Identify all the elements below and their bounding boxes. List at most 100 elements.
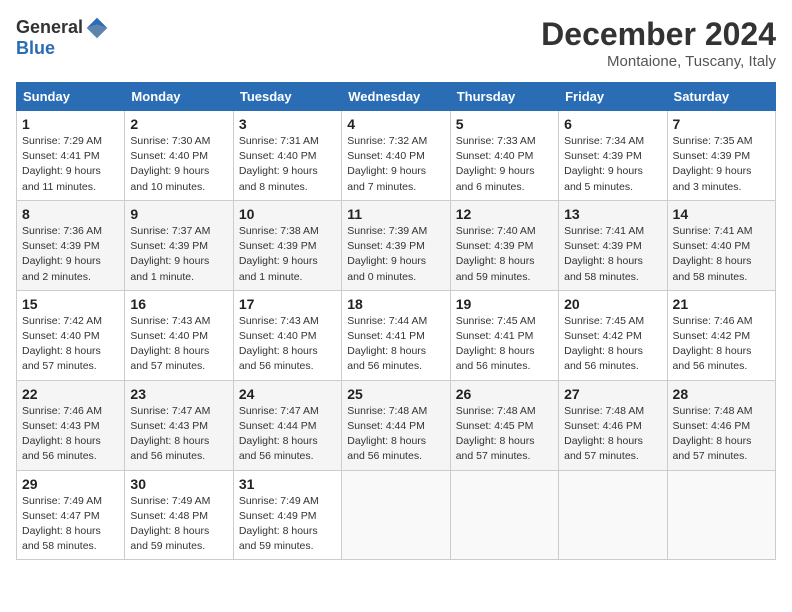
month-title: December 2024 (541, 16, 776, 53)
day-info: Sunrise: 7:49 AMSunset: 4:49 PMDaylight:… (239, 495, 319, 553)
logo-blue: Blue (16, 38, 109, 59)
table-row: 29 Sunrise: 7:49 AMSunset: 4:47 PMDaylig… (17, 470, 125, 560)
day-info: Sunrise: 7:45 AMSunset: 4:42 PMDaylight:… (564, 315, 644, 373)
table-row: 9 Sunrise: 7:37 AMSunset: 4:39 PMDayligh… (125, 200, 233, 290)
logo: General Blue (16, 16, 109, 59)
col-wednesday: Wednesday (342, 83, 450, 111)
table-row: 14 Sunrise: 7:41 AMSunset: 4:40 PMDaylig… (667, 200, 775, 290)
day-info: Sunrise: 7:33 AMSunset: 4:40 PMDaylight:… (456, 135, 536, 193)
day-info: Sunrise: 7:49 AMSunset: 4:48 PMDaylight:… (130, 495, 210, 553)
day-info: Sunrise: 7:41 AMSunset: 4:40 PMDaylight:… (673, 225, 753, 283)
day-number: 20 (564, 296, 661, 312)
day-info: Sunrise: 7:44 AMSunset: 4:41 PMDaylight:… (347, 315, 427, 373)
table-row: 1 Sunrise: 7:29 AMSunset: 4:41 PMDayligh… (17, 111, 125, 201)
calendar-week-row: 1 Sunrise: 7:29 AMSunset: 4:41 PMDayligh… (17, 111, 776, 201)
calendar-week-row: 22 Sunrise: 7:46 AMSunset: 4:43 PMDaylig… (17, 380, 776, 470)
day-info: Sunrise: 7:46 AMSunset: 4:43 PMDaylight:… (22, 405, 102, 463)
day-number: 14 (673, 206, 770, 222)
table-row: 13 Sunrise: 7:41 AMSunset: 4:39 PMDaylig… (559, 200, 667, 290)
table-row: 7 Sunrise: 7:35 AMSunset: 4:39 PMDayligh… (667, 111, 775, 201)
table-row: 19 Sunrise: 7:45 AMSunset: 4:41 PMDaylig… (450, 290, 558, 380)
col-friday: Friday (559, 83, 667, 111)
table-row: 4 Sunrise: 7:32 AMSunset: 4:40 PMDayligh… (342, 111, 450, 201)
day-number: 6 (564, 116, 661, 132)
day-info: Sunrise: 7:30 AMSunset: 4:40 PMDaylight:… (130, 135, 210, 193)
day-number: 21 (673, 296, 770, 312)
day-info: Sunrise: 7:43 AMSunset: 4:40 PMDaylight:… (239, 315, 319, 373)
day-number: 26 (456, 386, 553, 402)
day-info: Sunrise: 7:47 AMSunset: 4:44 PMDaylight:… (239, 405, 319, 463)
table-row: 11 Sunrise: 7:39 AMSunset: 4:39 PMDaylig… (342, 200, 450, 290)
day-info: Sunrise: 7:49 AMSunset: 4:47 PMDaylight:… (22, 495, 102, 553)
day-info: Sunrise: 7:41 AMSunset: 4:39 PMDaylight:… (564, 225, 644, 283)
day-info: Sunrise: 7:48 AMSunset: 4:45 PMDaylight:… (456, 405, 536, 463)
table-row: 22 Sunrise: 7:46 AMSunset: 4:43 PMDaylig… (17, 380, 125, 470)
calendar-table: Sunday Monday Tuesday Wednesday Thursday… (16, 82, 776, 560)
day-info: Sunrise: 7:48 AMSunset: 4:46 PMDaylight:… (673, 405, 753, 463)
day-number: 17 (239, 296, 336, 312)
table-row: 30 Sunrise: 7:49 AMSunset: 4:48 PMDaylig… (125, 470, 233, 560)
table-row: 20 Sunrise: 7:45 AMSunset: 4:42 PMDaylig… (559, 290, 667, 380)
day-info: Sunrise: 7:48 AMSunset: 4:46 PMDaylight:… (564, 405, 644, 463)
day-number: 7 (673, 116, 770, 132)
day-number: 30 (130, 476, 227, 492)
day-info: Sunrise: 7:38 AMSunset: 4:39 PMDaylight:… (239, 225, 319, 283)
table-row (667, 470, 775, 560)
col-sunday: Sunday (17, 83, 125, 111)
day-info: Sunrise: 7:46 AMSunset: 4:42 PMDaylight:… (673, 315, 753, 373)
col-thursday: Thursday (450, 83, 558, 111)
table-row (450, 470, 558, 560)
day-info: Sunrise: 7:34 AMSunset: 4:39 PMDaylight:… (564, 135, 644, 193)
day-number: 23 (130, 386, 227, 402)
day-number: 11 (347, 206, 444, 222)
table-row: 18 Sunrise: 7:44 AMSunset: 4:41 PMDaylig… (342, 290, 450, 380)
table-row (559, 470, 667, 560)
day-info: Sunrise: 7:29 AMSunset: 4:41 PMDaylight:… (22, 135, 102, 193)
table-row: 5 Sunrise: 7:33 AMSunset: 4:40 PMDayligh… (450, 111, 558, 201)
day-number: 22 (22, 386, 119, 402)
day-number: 15 (22, 296, 119, 312)
col-saturday: Saturday (667, 83, 775, 111)
table-row: 2 Sunrise: 7:30 AMSunset: 4:40 PMDayligh… (125, 111, 233, 201)
day-number: 28 (673, 386, 770, 402)
table-row: 15 Sunrise: 7:42 AMSunset: 4:40 PMDaylig… (17, 290, 125, 380)
day-number: 5 (456, 116, 553, 132)
day-number: 18 (347, 296, 444, 312)
table-row: 24 Sunrise: 7:47 AMSunset: 4:44 PMDaylig… (233, 380, 341, 470)
table-row: 3 Sunrise: 7:31 AMSunset: 4:40 PMDayligh… (233, 111, 341, 201)
table-row: 23 Sunrise: 7:47 AMSunset: 4:43 PMDaylig… (125, 380, 233, 470)
day-info: Sunrise: 7:45 AMSunset: 4:41 PMDaylight:… (456, 315, 536, 373)
day-info: Sunrise: 7:40 AMSunset: 4:39 PMDaylight:… (456, 225, 536, 283)
calendar-week-row: 15 Sunrise: 7:42 AMSunset: 4:40 PMDaylig… (17, 290, 776, 380)
location-subtitle: Montaione, Tuscany, Italy (541, 53, 776, 70)
table-row: 10 Sunrise: 7:38 AMSunset: 4:39 PMDaylig… (233, 200, 341, 290)
day-number: 25 (347, 386, 444, 402)
day-info: Sunrise: 7:42 AMSunset: 4:40 PMDaylight:… (22, 315, 102, 373)
day-number: 4 (347, 116, 444, 132)
col-tuesday: Tuesday (233, 83, 341, 111)
table-row: 27 Sunrise: 7:48 AMSunset: 4:46 PMDaylig… (559, 380, 667, 470)
table-row: 31 Sunrise: 7:49 AMSunset: 4:49 PMDaylig… (233, 470, 341, 560)
day-info: Sunrise: 7:31 AMSunset: 4:40 PMDaylight:… (239, 135, 319, 193)
table-row: 17 Sunrise: 7:43 AMSunset: 4:40 PMDaylig… (233, 290, 341, 380)
calendar-header-row: Sunday Monday Tuesday Wednesday Thursday… (17, 83, 776, 111)
day-number: 10 (239, 206, 336, 222)
day-number: 13 (564, 206, 661, 222)
calendar-week-row: 8 Sunrise: 7:36 AMSunset: 4:39 PMDayligh… (17, 200, 776, 290)
day-number: 12 (456, 206, 553, 222)
table-row: 28 Sunrise: 7:48 AMSunset: 4:46 PMDaylig… (667, 380, 775, 470)
table-row: 8 Sunrise: 7:36 AMSunset: 4:39 PMDayligh… (17, 200, 125, 290)
day-info: Sunrise: 7:48 AMSunset: 4:44 PMDaylight:… (347, 405, 427, 463)
table-row: 25 Sunrise: 7:48 AMSunset: 4:44 PMDaylig… (342, 380, 450, 470)
table-row: 26 Sunrise: 7:48 AMSunset: 4:45 PMDaylig… (450, 380, 558, 470)
day-info: Sunrise: 7:43 AMSunset: 4:40 PMDaylight:… (130, 315, 210, 373)
table-row: 21 Sunrise: 7:46 AMSunset: 4:42 PMDaylig… (667, 290, 775, 380)
title-block: December 2024 Montaione, Tuscany, Italy (541, 16, 776, 70)
logo-text: General (16, 17, 83, 39)
table-row: 16 Sunrise: 7:43 AMSunset: 4:40 PMDaylig… (125, 290, 233, 380)
day-number: 27 (564, 386, 661, 402)
calendar-week-row: 29 Sunrise: 7:49 AMSunset: 4:47 PMDaylig… (17, 470, 776, 560)
col-monday: Monday (125, 83, 233, 111)
table-row (342, 470, 450, 560)
logo-icon (85, 16, 109, 40)
